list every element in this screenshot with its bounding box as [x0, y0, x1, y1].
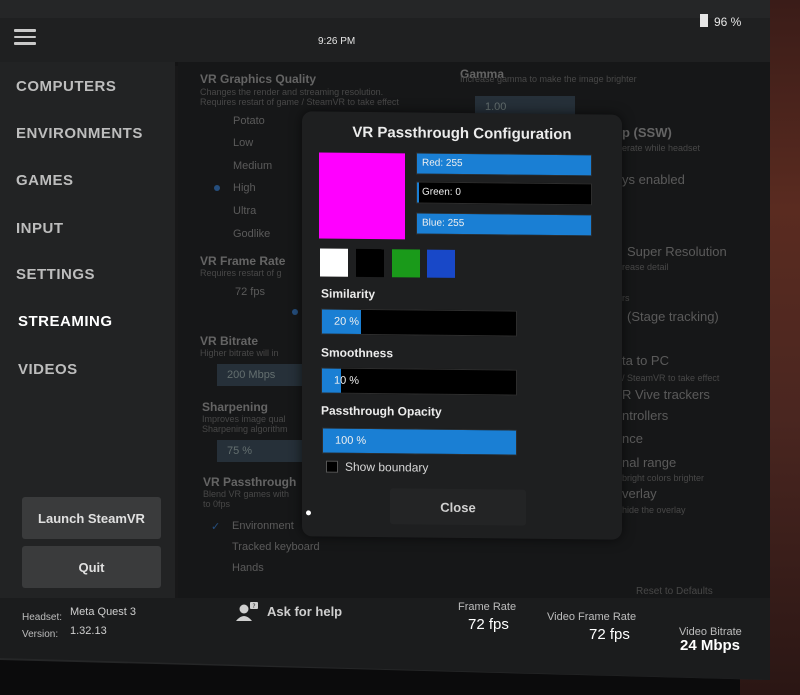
sidebar-item-streaming[interactable]: STREAMING — [18, 313, 113, 330]
similarity-slider[interactable]: 20 % — [321, 308, 517, 337]
preset-black[interactable] — [356, 248, 384, 278]
quit-button[interactable]: Quit — [22, 546, 161, 588]
smoothness-label: Smoothness — [321, 345, 394, 361]
close-button[interactable]: Close — [390, 488, 526, 526]
preset-green[interactable] — [392, 249, 420, 278]
blue-slider-label: Blue: 255 — [422, 217, 465, 230]
red-slider[interactable]: Red: 255 — [416, 152, 592, 177]
headset-value: Meta Quest 3 — [70, 606, 137, 618]
ask-for-help-link[interactable]: Ask for help — [267, 604, 342, 619]
opacity-label: Passthrough Opacity — [321, 403, 442, 419]
hamburger-menu-icon[interactable] — [14, 29, 36, 45]
similarity-label: Similarity — [321, 286, 376, 302]
top-bar — [0, 18, 770, 66]
version-value: 1.32.13 — [70, 625, 107, 637]
preset-blue[interactable] — [427, 249, 455, 278]
battery-percent: 96 % — [714, 15, 742, 29]
headset-label: Headset: — [22, 612, 63, 623]
video-bitrate-value: 24 Mbps — [680, 637, 741, 654]
show-boundary-label: Show boundary — [345, 459, 429, 475]
smoothness-value: 10 % — [334, 374, 360, 387]
help-icon[interactable]: ? — [235, 602, 259, 622]
frame-rate-stat-label: Frame Rate — [458, 601, 517, 613]
dialog-title: VR Passthrough Configuration — [352, 123, 572, 144]
sidebar-item-computers[interactable]: COMPUTERS — [16, 78, 116, 95]
passthrough-config-dialog: VR Passthrough Configuration Red: 255 Gr… — [302, 111, 622, 540]
svg-text:?: ? — [252, 603, 255, 610]
launch-steamvr-button[interactable]: Launch SteamVR — [22, 497, 161, 539]
video-frame-rate-value: 72 fps — [589, 626, 630, 643]
blue-slider[interactable]: Blue: 255 — [416, 212, 592, 237]
battery-icon — [700, 14, 708, 27]
sidebar-item-settings[interactable]: SETTINGS — [16, 266, 95, 283]
sidebar-item-input[interactable]: INPUT — [16, 220, 64, 237]
pointer-dot-icon — [306, 510, 311, 516]
sidebar-item-videos[interactable]: VIDEOS — [18, 361, 78, 378]
green-slider-fill — [417, 182, 419, 203]
smoothness-slider[interactable]: 10 % — [321, 367, 517, 396]
frame-rate-stat-value: 72 fps — [468, 616, 509, 633]
sidebar-item-games[interactable]: GAMES — [16, 172, 74, 189]
similarity-value: 20 % — [334, 315, 360, 328]
opacity-value: 100 % — [335, 434, 367, 447]
video-frame-rate-label: Video Frame Rate — [547, 611, 637, 623]
green-slider[interactable]: Green: 0 — [416, 181, 592, 206]
clock: 9:26 PM — [318, 36, 356, 47]
battery-status: 96 % — [700, 14, 741, 29]
red-slider-label: Red: 255 — [422, 157, 463, 170]
green-slider-label: Green: 0 — [422, 186, 461, 198]
version-label: Version: — [22, 629, 59, 640]
color-preview — [319, 152, 405, 240]
preset-white[interactable] — [320, 248, 348, 277]
sidebar-item-environments[interactable]: ENVIRONMENTS — [16, 125, 143, 142]
show-boundary-checkbox[interactable] — [326, 460, 338, 473]
opacity-slider[interactable]: 100 % — [322, 427, 517, 456]
